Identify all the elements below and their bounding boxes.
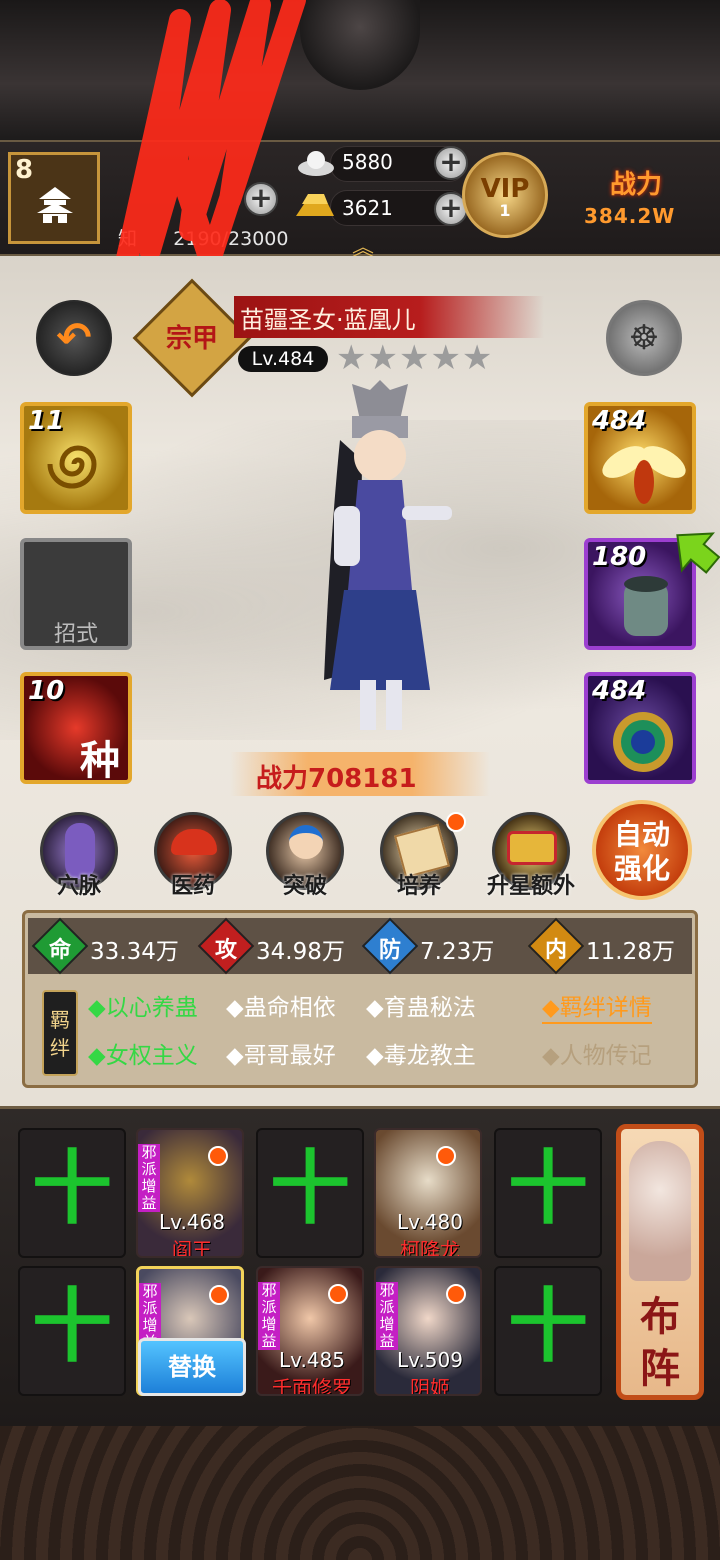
poison-slot-char: 种 — [80, 738, 120, 784]
cultivate-notification-dot — [446, 812, 466, 832]
jade-orb-icon — [613, 712, 673, 772]
hero-name: 苗疆圣女·蓝凰儿 — [240, 306, 416, 334]
hero-card-name: 柯降龙 — [400, 1238, 460, 1258]
lineup-empty-slot[interactable]: 十 — [494, 1266, 602, 1396]
evil-faction-tag: 邪派增益 — [138, 1144, 160, 1212]
swap-button[interactable]: 替换 — [138, 1338, 246, 1396]
mushroom-icon — [171, 829, 217, 855]
total-power-value: 384.2W — [584, 204, 676, 228]
bond-item[interactable]: ◆育蛊秘法 — [366, 988, 476, 1022]
hero-card-dot — [328, 1284, 348, 1304]
poison-slot-level: 10 — [28, 676, 65, 706]
player-level-box[interactable]: 8 — [8, 152, 100, 244]
lineup-empty-slot[interactable]: 十 — [18, 1266, 126, 1396]
defense-label: 防 — [378, 938, 401, 963]
lineup-empty-slot[interactable]: 十 — [256, 1128, 364, 1258]
hero-stars: ★★★★★ — [336, 338, 494, 378]
inner-value: 11.28万 — [586, 939, 675, 965]
add-silver-button[interactable]: + — [434, 146, 468, 180]
hero-card-name: 阎王 — [172, 1238, 212, 1258]
total-power-label: 战力 — [610, 170, 663, 200]
medicine-label: 医药 — [170, 874, 215, 899]
auto-strengthen-line1: 自动 — [613, 818, 670, 851]
hero-card-dot — [209, 1285, 229, 1305]
auto-strengthen-button[interactable]: 自动 强化 — [592, 800, 692, 900]
hero-character-figure — [324, 380, 452, 730]
hero-power: 战力708181 — [256, 764, 417, 794]
bond-item[interactable]: ◆女权主义 — [88, 1036, 198, 1070]
auto-strengthen-line2: 强化 — [613, 852, 670, 885]
pagoda-icon — [37, 187, 73, 223]
bond-item[interactable]: ◆蛊命相依 — [226, 988, 336, 1022]
add-hero-icon: 十 — [508, 1280, 588, 1373]
vip-level: 1 — [499, 201, 511, 220]
lineup-hero-card[interactable]: 邪派增益 Lv.509 阴姬 — [374, 1266, 482, 1396]
hero-card-dot — [436, 1146, 456, 1166]
equip-slot-insect[interactable]: 484 — [584, 402, 696, 514]
evil-faction-tag: 邪派增益 — [376, 1282, 398, 1350]
hero-rank-text: 宗甲 — [165, 324, 218, 354]
lineup-hero-card[interactable]: 邪派增益 Lv.468 阎王 — [136, 1128, 244, 1258]
meridian-label: 穴脉 — [56, 874, 101, 899]
add-hero-icon: 十 — [32, 1142, 112, 1235]
equip-slot-insect-level: 484 — [592, 406, 647, 436]
lineup-empty-slot[interactable]: 十 — [18, 1128, 126, 1258]
silver-value: 5880 — [342, 150, 393, 174]
upgrade-arrow-icon — [676, 532, 720, 574]
bond-item[interactable]: ◆毒龙教主 — [366, 1036, 476, 1070]
lineup-hero-card[interactable]: Lv.480 柯降龙 — [374, 1128, 482, 1258]
cultivate-label: 培养 — [396, 874, 441, 899]
gift-box-icon — [507, 831, 557, 865]
hero-card-level: Lv.509 — [397, 1348, 463, 1372]
hero-card-level: Lv.480 — [397, 1210, 463, 1234]
lineup-hero-card[interactable]: 邪派增益 Lv.485 千面修罗 — [256, 1266, 364, 1396]
hero-card-dot — [208, 1146, 228, 1166]
biography-link[interactable]: ◆人物传记 — [542, 1036, 652, 1070]
hero-level: Lv.484 — [238, 346, 328, 372]
skill-slot-empty[interactable]: 招式 — [20, 538, 132, 650]
skill-empty-label: 招式 — [53, 622, 98, 647]
formation-label: 布阵 — [640, 1294, 680, 1392]
lineup-empty-slot[interactable]: 十 — [494, 1128, 602, 1258]
bond-item[interactable]: ◆以心养蛊 — [88, 988, 198, 1022]
swirl-icon — [47, 445, 97, 489]
hero-card-dot — [446, 1284, 466, 1304]
hp-value: 33.34万 — [90, 939, 179, 965]
formation-button[interactable]: 布阵 — [616, 1124, 704, 1400]
vip-badge[interactable]: VIP 1 — [462, 152, 548, 238]
gold-value: 3621 — [342, 196, 393, 220]
hero-card-level: Lv.468 — [159, 1210, 225, 1234]
formation-heroes-art — [629, 1141, 691, 1281]
add-hero-icon: 十 — [508, 1142, 588, 1235]
attack-value: 34.98万 — [256, 939, 345, 965]
vip-label: VIP — [480, 174, 530, 204]
evil-faction-tag: 邪派增益 — [258, 1282, 280, 1350]
red-scribble-overlay — [110, 0, 306, 293]
add-hero-icon: 十 — [32, 1280, 112, 1373]
poison-slot[interactable]: 10 种 — [20, 672, 132, 784]
monk-head-icon — [289, 825, 323, 859]
bond-detail-link[interactable]: ◆羁绊详情 — [542, 988, 652, 1024]
golden-insect-icon — [602, 446, 686, 504]
equip-slot-orb[interactable]: 484 — [584, 672, 696, 784]
hero-card-level: Lv.485 — [279, 1348, 345, 1372]
defense-value: 7.23万 — [420, 939, 495, 965]
hp-label: 命 — [48, 938, 71, 963]
hero-card-name: 阴姬 — [410, 1376, 450, 1396]
meditation-figure-button[interactable]: ☸ — [606, 300, 682, 376]
bond-item[interactable]: ◆哥哥最好 — [226, 1036, 336, 1070]
bottom-wave-pattern — [0, 1426, 720, 1560]
add-hero-icon: 十 — [270, 1142, 350, 1235]
equip-slot-bracer-level: 180 — [592, 542, 647, 572]
bond-tag: 羁绊 — [42, 990, 78, 1076]
back-arrow-button[interactable]: ↶ — [36, 300, 112, 376]
skill-slot-swirl[interactable]: 11 — [20, 402, 132, 514]
breakthrough-label: 突破 — [282, 874, 327, 899]
inner-label: 内 — [544, 938, 567, 963]
hero-card-name: 千面修罗 — [272, 1376, 352, 1396]
player-level: 8 — [15, 155, 34, 185]
star-up-label: 升星额外 — [486, 874, 575, 899]
attack-label: 攻 — [214, 938, 237, 963]
jade-bracer-icon — [624, 576, 668, 636]
